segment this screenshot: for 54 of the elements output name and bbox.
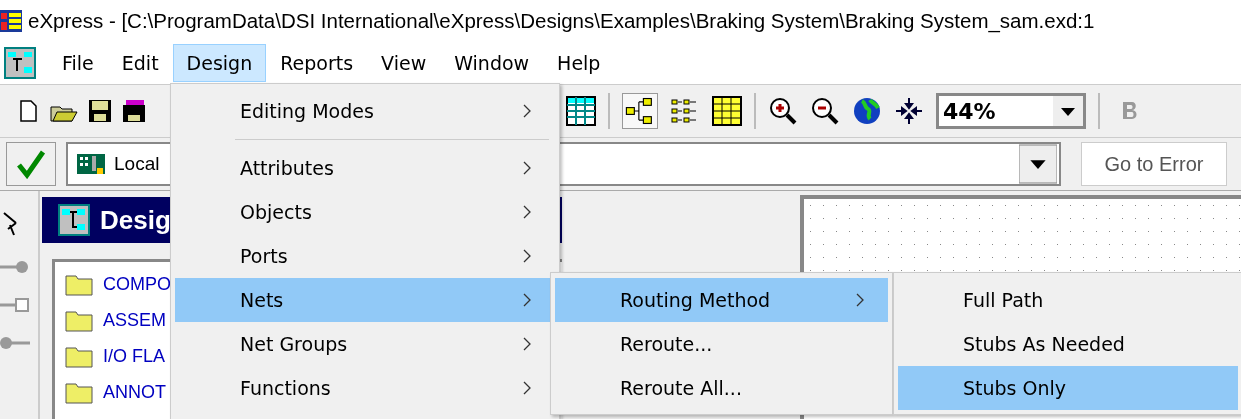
document-icon[interactable] (4, 47, 36, 79)
app-icon (0, 10, 22, 32)
chevron-right-icon (523, 337, 531, 351)
chevron-right-icon (523, 104, 531, 118)
table-icon[interactable] (566, 96, 596, 126)
dropdown-arrow-icon[interactable] (1019, 144, 1057, 184)
menu-option[interactable]: Stubs Only (898, 366, 1238, 410)
save-icon[interactable] (122, 99, 146, 123)
tree-item[interactable]: COMPO (103, 273, 171, 295)
menu-option[interactable]: Editing Modes (175, 89, 555, 133)
window-title: eXpress - [C:\ProgramData\DSI International\eXpress\Designs\Examples\Braking System\Braking System_sam.exd:1 (28, 9, 1095, 33)
menu-option[interactable]: Ports (175, 234, 555, 278)
menu-option[interactable]: Routing Method (555, 278, 888, 322)
save-icon[interactable] (88, 99, 112, 123)
folder-icon (65, 272, 93, 296)
pin-icon[interactable] (0, 295, 30, 315)
menu-option[interactable]: Objects (175, 190, 555, 234)
globe-icon[interactable] (852, 96, 882, 126)
menu-item[interactable]: View (367, 44, 441, 82)
check-icon (16, 149, 46, 179)
tree-item[interactable]: ASSEM (103, 309, 167, 331)
chevron-right-icon (856, 293, 864, 307)
tree-item[interactable]: ANNOT (103, 381, 166, 403)
menu-option[interactable]: Full Path (898, 278, 1238, 322)
circuit-board-icon (76, 152, 106, 176)
tree-view-icon[interactable] (622, 93, 658, 129)
menu-item[interactable]: Reports (266, 44, 368, 82)
go-to-error-button[interactable]: Go to Error (1081, 142, 1227, 186)
menu-option[interactable]: Reroute All... (555, 366, 888, 410)
menu-option[interactable]: Stubs As Needed (898, 322, 1238, 366)
zoom-combo[interactable]: 44% (936, 93, 1086, 129)
menu-item[interactable]: Window (440, 44, 544, 82)
menu-item[interactable]: File (48, 44, 108, 82)
folder-icon (65, 344, 93, 368)
chevron-right-icon (523, 381, 531, 395)
folder-icon (65, 380, 93, 404)
menu-item[interactable]: Edit (107, 44, 173, 82)
scope-value: Local (114, 153, 160, 175)
zoom-out-icon[interactable] (810, 96, 840, 126)
grid-icon[interactable] (712, 96, 742, 126)
chevron-right-icon (523, 205, 531, 219)
menu-item[interactable]: Design (172, 44, 267, 82)
check-button[interactable] (6, 142, 56, 186)
chevron-right-icon (523, 249, 531, 263)
panel-title: Desig (100, 204, 171, 236)
fit-arrows-icon[interactable] (894, 96, 924, 126)
folder-icon (65, 308, 93, 332)
menu-option[interactable]: Reroute... (555, 322, 888, 366)
zoom-in-icon[interactable] (768, 96, 798, 126)
menu-item[interactable]: Help (543, 44, 615, 82)
chevron-right-icon (523, 161, 531, 175)
chevron-right-icon (523, 293, 531, 307)
tree-icon (58, 204, 90, 236)
tree-item[interactable]: I/O FLA (103, 345, 165, 367)
